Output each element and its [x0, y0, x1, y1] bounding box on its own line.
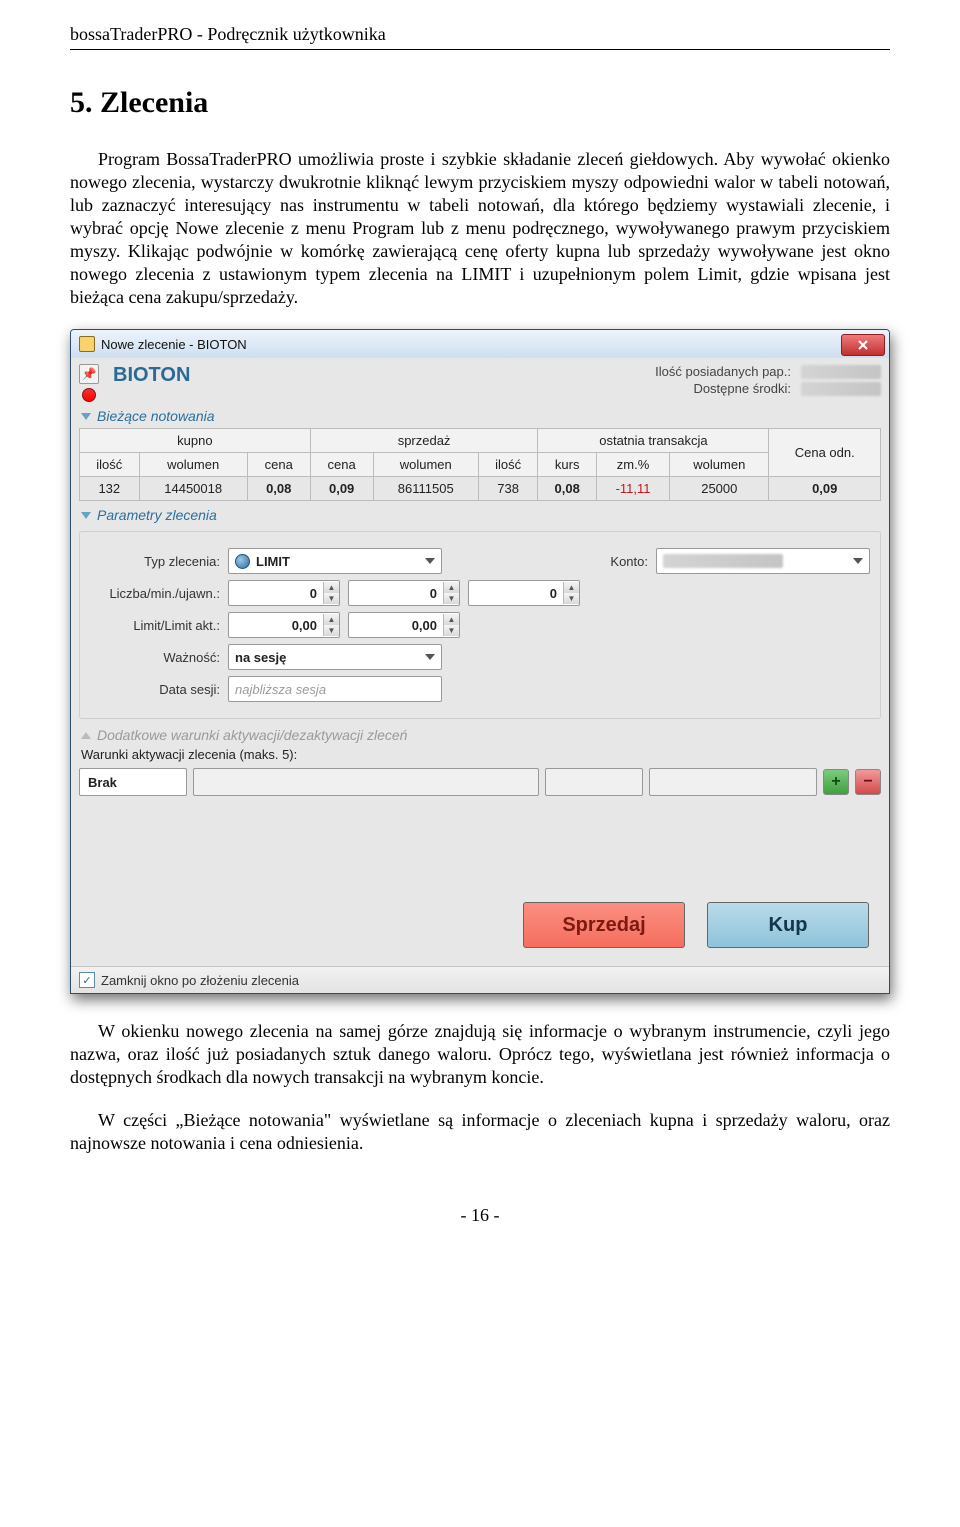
col-ref-price: Cena odn. [769, 429, 881, 477]
condition-type-select[interactable]: Brak [79, 768, 187, 796]
chevron-up-icon [81, 732, 91, 739]
activation-conditions-label: Warunki aktywacji zlecenia (maks. 5): [81, 747, 881, 762]
col-group-buy: kupno [80, 429, 311, 453]
extra-conditions-heading[interactable]: Dodatkowe warunki aktywacji/dezaktywacji… [81, 727, 881, 743]
close-after-submit-checkbox[interactable]: ✓ [79, 972, 95, 988]
quantity-min-stepper[interactable]: 0▲▼ [348, 580, 460, 606]
order-type-select[interactable]: LIMIT [228, 548, 442, 574]
table-row: 132 14450018 0,08 0,09 86111505 738 0,08… [80, 477, 881, 501]
owned-shares-label: Ilość posiadanych pap.: [655, 364, 791, 379]
col-last-zm: zm.% [596, 453, 669, 477]
chevron-down-icon [853, 558, 863, 564]
order-type-icon [235, 554, 250, 569]
sell-button[interactable]: Sprzedaj [523, 902, 685, 948]
condition-field-1[interactable] [193, 768, 539, 796]
account-label: Konto: [610, 554, 648, 569]
limit-label: Limit/Limit akt.: [90, 618, 220, 633]
available-funds-label: Dostępne środki: [693, 381, 791, 396]
quantity-stepper[interactable]: 0▲▼ [228, 580, 340, 606]
col-sell-ilosc: ilość [478, 453, 538, 477]
account-select[interactable] [656, 548, 870, 574]
col-last-kurs: kurs [538, 453, 597, 477]
instrument-name: BIOTON [113, 364, 190, 387]
window-app-icon [79, 336, 95, 352]
close-after-submit-label: Zamknij okno po złożeniu zlecenia [101, 973, 299, 988]
close-icon [857, 339, 869, 351]
quotes-table: kupno sprzedaż ostatnia transakcja Cena … [79, 428, 881, 501]
validity-label: Ważność: [90, 650, 220, 665]
add-condition-button[interactable]: + [823, 769, 849, 795]
order-params-group: Typ zlecenia: LIMIT Konto: Liczba/min./u… [79, 531, 881, 719]
instrument-flag-icon [82, 388, 96, 402]
order-params-heading[interactable]: Parametry zlecenia [81, 507, 881, 523]
owned-shares-value [801, 365, 881, 379]
col-buy-ilosc: ilość [80, 453, 140, 477]
paragraph-3: W części „Bieżące notowania" wyświetlane… [70, 1109, 890, 1155]
pin-toggle[interactable]: 📌 [79, 364, 99, 384]
condition-field-2[interactable] [545, 768, 643, 796]
new-order-window: Nowe zlecenie - BIOTON 📌 BIOTON Ilość po… [70, 329, 890, 994]
account-value [663, 554, 783, 568]
chevron-down-icon [425, 558, 435, 564]
page-number: - 16 - [70, 1205, 890, 1226]
col-sell-cena: cena [310, 453, 373, 477]
validity-select[interactable]: na sesję [228, 644, 442, 670]
section-heading: 5. Zlecenia [70, 86, 890, 120]
window-titlebar: Nowe zlecenie - BIOTON [71, 330, 889, 358]
col-sell-wolumen: wolumen [373, 453, 478, 477]
quantity-label: Liczba/min./ujawn.: [90, 586, 220, 601]
limit-stepper[interactable]: 0,00▲▼ [228, 612, 340, 638]
buy-button[interactable]: Kup [707, 902, 869, 948]
chevron-down-icon [425, 654, 435, 660]
current-quotes-heading[interactable]: Bieżące notowania [81, 408, 881, 424]
doc-header-rule [70, 49, 890, 50]
window-footer: ✓ Zamknij okno po złożeniu zlecenia [71, 966, 889, 993]
order-type-label: Typ zlecenia: [90, 554, 220, 569]
col-last-wolumen: wolumen [670, 453, 769, 477]
window-title: Nowe zlecenie - BIOTON [101, 337, 247, 352]
paragraph-1: Program BossaTraderPRO umożliwia proste … [70, 148, 890, 309]
col-group-sell: sprzedaż [310, 429, 538, 453]
col-buy-wolumen: wolumen [139, 453, 247, 477]
quantity-disc-stepper[interactable]: 0▲▼ [468, 580, 580, 606]
col-buy-cena: cena [247, 453, 310, 477]
session-date-label: Data sesji: [90, 682, 220, 697]
limit-act-stepper[interactable]: 0,00▲▼ [348, 612, 460, 638]
doc-header: bossaTraderPRO - Podręcznik użytkownika [70, 24, 890, 45]
remove-condition-button[interactable]: − [855, 769, 881, 795]
available-funds-value [801, 382, 881, 396]
chevron-down-icon [81, 512, 91, 519]
window-close-button[interactable] [841, 334, 885, 356]
chevron-down-icon [81, 413, 91, 420]
condition-field-3[interactable] [649, 768, 817, 796]
paragraph-2: W okienku nowego zlecenia na samej górze… [70, 1020, 890, 1089]
session-date-select[interactable]: najbliższa sesja [228, 676, 442, 702]
col-group-last: ostatnia transakcja [538, 429, 769, 453]
